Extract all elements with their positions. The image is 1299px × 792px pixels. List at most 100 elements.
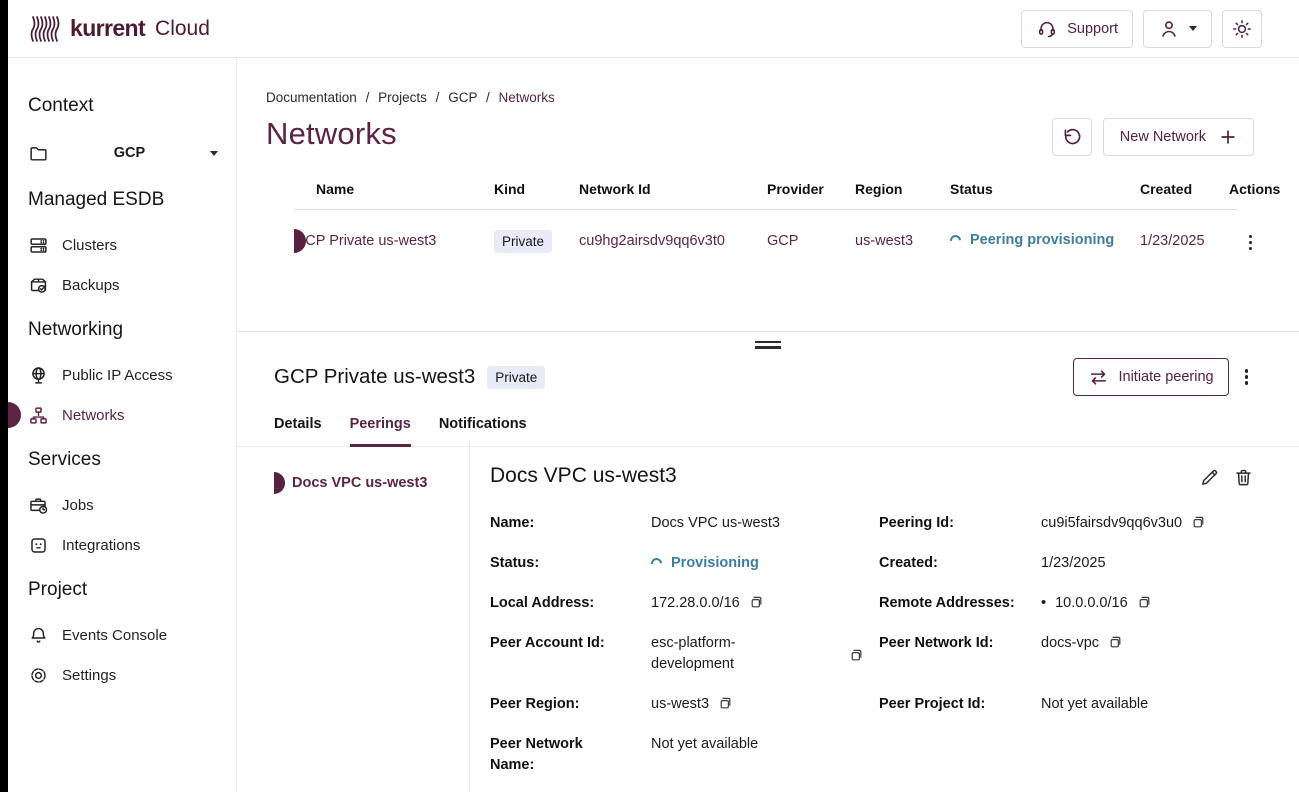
edit-peering-button[interactable] (1199, 467, 1220, 488)
clusters-icon (28, 235, 49, 256)
copy-peer-region-button[interactable] (718, 696, 732, 710)
spinner-icon (948, 233, 963, 248)
peering-list-item[interactable]: Docs VPC us-west3 (274, 470, 469, 496)
spinner-icon (649, 556, 664, 571)
sidebar-item-backups[interactable]: Backups (8, 265, 236, 305)
col-header-name: Name (294, 181, 494, 197)
refresh-icon (1061, 127, 1082, 148)
field-value-peer-network-id: docs-vpc (1041, 633, 1099, 654)
kurrent-cloud-app: kurrent Cloud Support (0, 0, 1299, 792)
field-label-created: Created: (879, 553, 1041, 574)
initiate-peering-label: Initiate peering (1118, 369, 1213, 385)
sidebar-item-public-ip-access[interactable]: Public IP Access (8, 355, 236, 395)
globe-icon (28, 365, 49, 386)
new-network-button[interactable]: New Network (1103, 118, 1254, 156)
copy-peer-account-id-button[interactable] (849, 648, 863, 662)
user-menu-button[interactable] (1143, 10, 1212, 48)
panel-title: GCP Private us-west3 (274, 365, 475, 389)
list-bullet: • (1041, 593, 1046, 614)
user-icon (1158, 18, 1180, 40)
plus-icon (1219, 128, 1237, 146)
selected-peering-marker (274, 472, 285, 494)
field-label-peer-network-name: Peer Network Name: (490, 734, 600, 776)
col-header-status: Status (950, 181, 1140, 197)
copy-peering-id-button[interactable] (1191, 515, 1205, 529)
support-button[interactable]: Support (1021, 10, 1133, 48)
top-header: kurrent Cloud Support (8, 0, 1299, 58)
field-label-name: Name: (490, 513, 651, 534)
col-header-provider: Provider (767, 181, 855, 197)
networks-icon (28, 405, 49, 426)
row-actions-kebab[interactable] (1243, 229, 1258, 256)
section-title-services: Services (8, 449, 236, 477)
field-value-status: Provisioning (671, 553, 759, 574)
sidebar-item-integrations[interactable]: Integrations (8, 525, 236, 565)
field-value-peer-network-name: Not yet available (651, 734, 758, 755)
field-value-peering-id: cu9i5fairsdv9qq6v3u0 (1041, 513, 1182, 534)
context-selected-value: GCP (49, 145, 210, 161)
networks-table: Name Kind Network Id Provider Region Sta… (294, 181, 1237, 272)
theme-toggle-button[interactable] (1222, 10, 1262, 48)
copy-remote-address-button[interactable] (1137, 595, 1151, 609)
initiate-peering-button[interactable]: Initiate peering (1073, 358, 1228, 396)
peering-detail-title: Docs VPC us-west3 (490, 464, 677, 488)
gear-icon (28, 665, 49, 686)
copy-peer-network-id-button[interactable] (1108, 635, 1122, 649)
pencil-icon (1199, 467, 1220, 488)
section-title-context: Context (8, 95, 236, 123)
sidebar-item-label: Networks (62, 407, 125, 424)
sidebar-item-events-console[interactable]: Events Console (8, 615, 236, 655)
bell-icon (28, 625, 49, 646)
sun-icon (1231, 18, 1253, 40)
sidebar-item-label: Clusters (62, 237, 117, 254)
breadcrumb-projects[interactable]: Projects (378, 90, 427, 105)
breadcrumb-documentation[interactable]: Documentation (266, 90, 357, 105)
sidebar-item-label: Backups (62, 277, 120, 294)
copy-local-address-button[interactable] (749, 595, 763, 609)
breadcrumb: Documentation / Projects / GCP / Network… (266, 90, 1254, 105)
field-value-created: 1/23/2025 (1041, 553, 1106, 574)
kurrent-cloud-logo[interactable]: kurrent Cloud (30, 14, 210, 44)
col-header-created: Created (1140, 181, 1229, 197)
sidebar-item-label: Events Console (62, 627, 167, 644)
col-header-network-id: Network Id (579, 181, 767, 197)
breadcrumb-separator: / (436, 90, 440, 105)
breadcrumb-separator: / (486, 90, 490, 105)
delete-peering-button[interactable] (1233, 467, 1254, 488)
cell-name: GCP Private us-west3 (294, 233, 494, 249)
context-select[interactable]: GCP (8, 131, 236, 175)
logo-suffix-text: Cloud (155, 17, 210, 41)
sidebar: Context GCP Managed ESDB (8, 59, 237, 792)
copy-icon (749, 595, 763, 609)
col-header-kind: Kind (494, 181, 579, 197)
field-label-status: Status: (490, 553, 651, 574)
panel-resize-handle[interactable] (755, 341, 781, 349)
sidebar-item-clusters[interactable]: Clusters (8, 225, 236, 265)
field-label-peer-project-id: Peer Project Id: (879, 694, 1041, 715)
sidebar-item-label: Public IP Access (62, 367, 173, 384)
status-text: Peering provisioning (970, 232, 1114, 248)
panel-actions-kebab[interactable] (1239, 363, 1254, 390)
chevron-down-icon (210, 151, 218, 156)
page-title: Networks (266, 116, 397, 152)
jobs-icon (28, 495, 49, 516)
sidebar-section-networking: Networking Public IP Access Networks (8, 319, 236, 435)
kind-badge: Private (494, 230, 552, 253)
trash-icon (1233, 467, 1254, 488)
table-row[interactable]: GCP Private us-west3 Private cu9hg2airsd… (294, 210, 1237, 272)
sidebar-section-project: Project Events Console Settings (8, 579, 236, 695)
breadcrumb-gcp[interactable]: GCP (448, 90, 477, 105)
breadcrumb-networks[interactable]: Networks (499, 90, 555, 105)
peering-fields: Name: Docs VPC us-west3 Peering Id: cu9i… (490, 513, 1254, 776)
refresh-button[interactable] (1052, 118, 1092, 156)
field-label-peering-id: Peering Id: (879, 513, 1041, 534)
sidebar-item-jobs[interactable]: Jobs (8, 485, 236, 525)
peerings-list: Docs VPC us-west3 (274, 439, 470, 792)
kurrent-waves-icon (30, 14, 62, 44)
section-title-managed-esdb: Managed ESDB (8, 189, 236, 217)
sidebar-item-networks[interactable]: Networks (8, 395, 236, 435)
sidebar-item-settings[interactable]: Settings (8, 655, 236, 695)
folder-icon (28, 143, 49, 164)
field-label-remote-addresses: Remote Addresses: (879, 593, 1041, 614)
cell-region: us-west3 (855, 233, 950, 249)
